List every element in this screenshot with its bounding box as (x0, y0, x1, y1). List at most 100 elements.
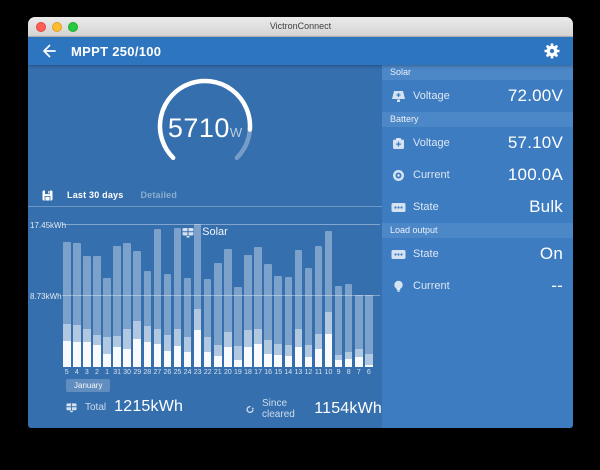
section-header-solar: Solar (382, 65, 573, 80)
gauge-value: 5710W (150, 113, 260, 144)
segment_solid (285, 356, 293, 367)
segment_faint (144, 271, 152, 326)
chart-bar-day-12[interactable] (305, 268, 313, 367)
chart-bar-day-22[interactable] (204, 279, 212, 367)
segment_light (264, 340, 272, 354)
chart-bar-day-4[interactable] (73, 243, 81, 367)
segment_light (234, 346, 242, 360)
segment_solid (133, 339, 141, 367)
save-icon[interactable] (42, 190, 53, 201)
segment_solid (184, 352, 192, 367)
chart-bar-day-16[interactable] (264, 264, 272, 367)
row-label: State (413, 201, 439, 213)
settings-gear-icon[interactable] (544, 43, 560, 59)
row-solar-voltage: Voltage 72.00V (382, 80, 573, 112)
chart-bar-day-10[interactable] (325, 231, 333, 367)
macos-titlebar: VictronConnect (28, 17, 573, 37)
chart-bar-day-24[interactable] (184, 278, 192, 368)
row-load-current: Current -- (382, 270, 573, 302)
chart-bar-day-28[interactable] (144, 271, 152, 367)
segment_light (224, 332, 232, 347)
gridline-top (62, 224, 380, 225)
segment_faint (234, 287, 242, 346)
since-cleared-value: 1154kWh (314, 400, 382, 418)
x-axis-label: 6 (363, 369, 375, 376)
segment_light (154, 329, 162, 344)
solar-power-value: 5710 (168, 113, 230, 143)
back-arrow-icon[interactable] (41, 43, 57, 59)
chart-bar-day-18[interactable] (244, 255, 252, 367)
chart-bar-day-26[interactable] (164, 274, 172, 367)
window-title: VictronConnect (28, 17, 573, 36)
chart-bar-day-13[interactable] (295, 250, 303, 367)
chart-bar-day-17[interactable] (254, 247, 262, 367)
tab-last-30-days[interactable]: Last 30 days (67, 190, 123, 200)
segment_faint (295, 250, 303, 329)
segment_light (204, 337, 212, 352)
segment_solid (335, 360, 343, 367)
segment_light (305, 345, 313, 357)
segment_solid (315, 349, 323, 367)
chart-bar-day-20[interactable] (224, 249, 232, 367)
total-value: 1215kWh (114, 398, 183, 416)
chart-bar-day-6[interactable] (365, 295, 373, 367)
segment_solid (174, 346, 182, 367)
segment_solid (204, 352, 212, 367)
chart-bar-day-23[interactable] (194, 224, 202, 367)
chart-bar-day-14[interactable] (285, 277, 293, 367)
solar-power-gauge: 5710W (150, 71, 260, 181)
segment_faint (83, 256, 91, 329)
bulb-icon (391, 280, 406, 293)
chart-bar-day-21[interactable] (214, 263, 222, 367)
row-label: Current (413, 169, 450, 181)
since-cleared-label: Since cleared (262, 398, 306, 420)
chart-bar-day-9[interactable] (335, 286, 343, 367)
chart-bar-day-27[interactable] (154, 229, 162, 367)
chart-bar-day-2[interactable] (93, 256, 101, 367)
segment_solid (224, 347, 232, 367)
chart-bar-day-31[interactable] (113, 246, 121, 367)
chart-bar-day-29[interactable] (133, 251, 141, 367)
dots-icon (391, 248, 406, 261)
chart-bar-day-7[interactable] (355, 295, 363, 367)
row-label: Current (413, 280, 450, 292)
segment_solid (73, 342, 81, 367)
segment_solid (93, 345, 101, 367)
chart-bar-day-5[interactable] (63, 242, 71, 367)
chart-bar-day-19[interactable] (234, 287, 242, 367)
segment_solid (113, 347, 121, 367)
segment_solid (123, 349, 131, 367)
segment_faint (355, 295, 363, 350)
row-battery-state: State Bulk (382, 191, 573, 223)
chart-bar-day-1[interactable] (103, 278, 111, 367)
tab-detailed[interactable]: Detailed (140, 190, 177, 200)
solar-history-chart[interactable] (62, 211, 380, 367)
segment_faint (335, 286, 343, 355)
segment_faint (73, 243, 81, 324)
gauge-icon (391, 169, 406, 182)
section-header-load-output: Load output (382, 223, 573, 238)
segment_light (113, 336, 121, 347)
segment_faint (164, 274, 172, 335)
chart-bar-day-25[interactable] (174, 228, 182, 367)
segment_faint (154, 229, 162, 329)
segment_light (285, 345, 293, 356)
since-cleared-group: Since cleared 1154kWh (246, 398, 382, 420)
history-tabs-row: Last 30 days Detailed (28, 184, 382, 207)
segment_light (355, 349, 363, 357)
chart-bar-day-11[interactable] (315, 246, 323, 367)
month-chip[interactable]: January (66, 379, 110, 392)
segment_light (325, 312, 333, 334)
segment_solid (305, 357, 313, 367)
segment_light (93, 335, 101, 345)
segment_solid (365, 365, 373, 367)
chart-bar-day-15[interactable] (274, 276, 282, 367)
chart-bar-day-8[interactable] (345, 284, 353, 367)
chart-bar-day-30[interactable] (123, 243, 131, 368)
segment_faint (194, 224, 202, 309)
segment_solid (274, 355, 282, 367)
segment_faint (254, 247, 262, 328)
chart-bar-day-3[interactable] (83, 256, 91, 367)
battery-voltage-value: 57.10V (508, 133, 563, 153)
solar-power-unit: W (230, 125, 242, 140)
